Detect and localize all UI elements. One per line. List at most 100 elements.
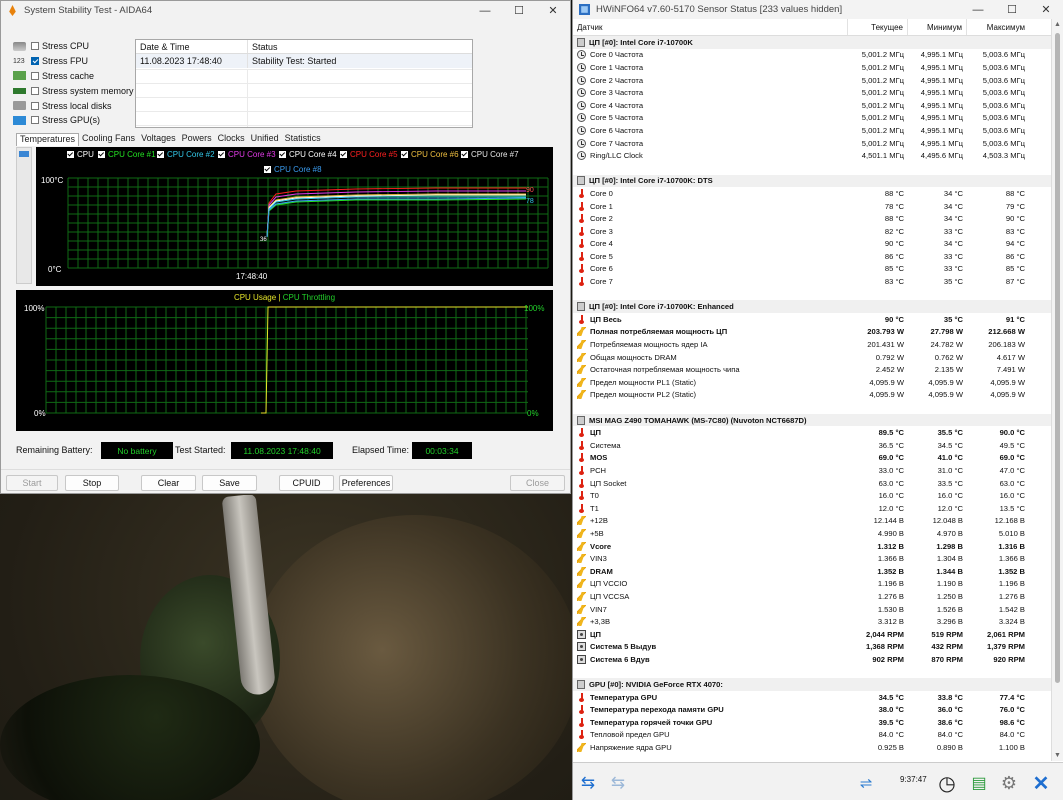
sensor-row[interactable]: ЦП 89.5 °C 35.5 °C 90.0 °C <box>573 426 1052 439</box>
stress-disks-option[interactable]: Stress local disks <box>13 98 134 113</box>
graph-scrollbar[interactable] <box>16 147 32 284</box>
sensor-row[interactable]: Общая мощность DRAM 0.792 W 0.762 W 4.617 W <box>573 351 1052 364</box>
sensor-row[interactable]: Core 5 86 °C 33 °C 86 °C <box>573 250 1052 263</box>
sensor-row[interactable]: Предел мощности PL2 (Static) 4,095.9 W 4,0… <box>573 389 1052 402</box>
save-button[interactable]: Save <box>202 475 257 491</box>
sensor-row[interactable]: VIN7 1.530 В 1.526 В 1.542 В <box>573 603 1052 616</box>
sensor-row[interactable]: Система 36.5 °C 34.5 °C 49.5 °C <box>573 439 1052 452</box>
minimize-icon[interactable]: — <box>468 5 502 17</box>
scroll-up-icon[interactable]: ▲ <box>1054 21 1061 28</box>
stress-gpu-option[interactable]: Stress GPU(s) <box>13 113 134 128</box>
sensor-group-header[interactable]: ЦП [#0]: Intel Core i7-10700K: Enhanced <box>573 300 1052 314</box>
sensor-group-header[interactable]: ЦП [#0]: Intel Core i7-10700K: DTS <box>573 174 1052 188</box>
sensor-row[interactable]: Core 7 Частота 5,001.2 МГц 4,995.1 МГц 5,00… <box>573 137 1052 150</box>
sensor-row[interactable]: Core 4 Частота 5,001.2 МГц 4,995.1 МГц 5,00… <box>573 99 1052 112</box>
column-maximum[interactable]: Максимум <box>967 19 1029 35</box>
sensor-group-header[interactable]: GPU [#0]: NVIDIA GeForce RTX 4070: <box>573 678 1052 691</box>
navigate-arrows-icon[interactable]: ⇆ <box>575 770 601 796</box>
sensor-row[interactable]: +12В 12.144 В 12.048 В 12.168 В <box>573 515 1052 528</box>
close-button[interactable]: Close <box>510 475 565 491</box>
stress-memory-option[interactable]: Stress system memory <box>13 83 134 98</box>
sensor-row[interactable]: Напряжение ядра GPU 0.925 В 0.890 В 1.100 В <box>573 741 1052 754</box>
sensor-row[interactable]: ЦП Socket 63.0 °C 33.5 °C 63.0 °C <box>573 477 1052 490</box>
log-column-datetime[interactable]: Date & Time <box>136 40 248 53</box>
stress-fpu-option[interactable]: 123 Stress FPU <box>13 54 134 69</box>
tab-temperatures[interactable]: Temperatures <box>16 133 80 146</box>
aida64-titlebar[interactable]: System Stability Test - AIDA64 — ☐ ✕ <box>1 1 570 20</box>
sensor-row[interactable]: Core 0 88 °C 34 °C 88 °C <box>573 187 1052 200</box>
preferences-button[interactable]: Preferences <box>339 475 393 491</box>
sensor-row[interactable]: Core 2 88 °C 34 °C 90 °C <box>573 212 1052 225</box>
sensor-row[interactable]: Система 5 Выдув 1,368 RPM 432 RPM 1,379 RPM <box>573 641 1052 654</box>
sensor-row[interactable]: Core 6 Частота 5,001.2 МГц 4,995.1 МГц 5,00… <box>573 124 1052 137</box>
sensor-row[interactable]: Core 2 Частота 5,001.2 МГц 4,995.1 МГц 5,00… <box>573 74 1052 87</box>
sensor-row[interactable]: Ring/LLC Clock 4,501.1 МГц 4,495.6 МГц 4,50… <box>573 149 1052 162</box>
stress-cache-checkbox[interactable] <box>31 71 39 80</box>
sensor-group-header[interactable]: ЦП [#0]: Intel Core i7-10700K <box>573 36 1052 49</box>
sensor-row[interactable]: Core 5 Частота 5,001.2 МГц 4,995.1 МГц 5,00… <box>573 112 1052 125</box>
sensor-group-header[interactable]: MSI MAG Z490 TOMAHAWK (MS-7C80) (Nuvoton… <box>573 413 1052 427</box>
sensor-row[interactable]: Полная потребляемая мощность ЦП 203.793 W… <box>573 326 1052 339</box>
sensor-row[interactable]: Core 3 82 °C 33 °C 83 °C <box>573 225 1052 238</box>
tab-statistics[interactable]: Statistics <box>282 133 324 146</box>
sensor-row[interactable]: ЦП 2,044 RPM 519 RPM 2,061 RPM <box>573 628 1052 641</box>
sensor-row[interactable]: Core 1 Частота 5,001.2 МГц 4,995.1 МГц 5,00… <box>573 61 1052 74</box>
log-column-status[interactable]: Status <box>248 42 472 52</box>
tab-clocks[interactable]: Clocks <box>215 133 248 146</box>
tab-voltages[interactable]: Voltages <box>138 133 179 146</box>
stress-fpu-checkbox[interactable] <box>31 57 39 66</box>
sensor-row[interactable]: +3,3В 3.312 В 3.296 В 3.324 В <box>573 615 1052 628</box>
sensor-row[interactable]: Core 3 Частота 5,001.2 МГц 4,995.1 МГц 5,00… <box>573 86 1052 99</box>
hwinfo-titlebar[interactable]: HWiNFO64 v7.60-5170 Sensor Status [233 v… <box>573 0 1063 19</box>
column-sensor[interactable]: Датчик <box>573 19 848 35</box>
sensor-row[interactable]: VIN3 1.366 В 1.304 В 1.366 В <box>573 552 1052 565</box>
sensor-row[interactable]: ЦП VCCIO 1.196 В 1.190 В 1.196 В <box>573 578 1052 591</box>
clock-icon[interactable]: ◷ <box>934 770 960 796</box>
maximize-icon[interactable]: ☐ <box>502 4 536 17</box>
sensor-row[interactable]: Core 1 78 °C 34 °C 79 °C <box>573 200 1052 213</box>
sensor-row[interactable]: ЦП VCCSA 1.276 В 1.250 В 1.276 В <box>573 590 1052 603</box>
settings-gear-icon[interactable]: ⚙ <box>996 770 1022 796</box>
stress-memory-checkbox[interactable] <box>31 86 39 95</box>
sensor-row[interactable]: Температура GPU 34.5 °C 33.8 °C 77.4 °C <box>573 691 1052 704</box>
start-button[interactable]: Start <box>6 475 58 491</box>
column-current[interactable]: Текущее <box>848 19 908 35</box>
network-icon[interactable]: ⇌ <box>853 770 879 796</box>
log-row[interactable]: 11.08.2023 17:48:40 Stability Test: Star… <box>136 54 472 68</box>
navigate-arrows-disabled-icon[interactable]: ⇆ <box>605 770 631 796</box>
sensor-row[interactable]: Система 6 Вдув 902 RPM 870 RPM 920 RPM <box>573 653 1052 666</box>
sensor-row[interactable]: Core 7 83 °C 35 °C 87 °C <box>573 275 1052 288</box>
sensor-row[interactable]: Температура перехода памяти GPU 38.0 °C 36… <box>573 703 1052 716</box>
sensor-scroll-thumb[interactable] <box>1055 33 1060 683</box>
sensor-row[interactable]: DRAM 1.352 В 1.344 В 1.352 В <box>573 565 1052 578</box>
report-add-icon[interactable]: ▤ <box>966 770 992 796</box>
sensor-row[interactable]: Core 6 85 °C 33 °C 85 °C <box>573 263 1052 276</box>
tab-powers[interactable]: Powers <box>179 133 215 146</box>
sensor-row[interactable]: ЦП Весь 90 °C 35 °C 91 °C <box>573 313 1052 326</box>
sensor-row[interactable]: Core 0 Частота 5,001.2 МГц 4,995.1 МГц 5,00… <box>573 49 1052 62</box>
stress-disks-checkbox[interactable] <box>31 101 39 110</box>
sensor-row[interactable]: T0 16.0 °C 16.0 °C 16.0 °C <box>573 489 1052 502</box>
sensor-row[interactable]: Предел мощности PL1 (Static) 4,095.9 W 4,0… <box>573 376 1052 389</box>
tab-cooling-fans[interactable]: Cooling Fans <box>79 133 138 146</box>
sensor-row[interactable]: Vcore 1.312 В 1.298 В 1.316 В <box>573 540 1052 553</box>
stress-cpu-checkbox[interactable] <box>31 42 39 51</box>
close-x-icon[interactable]: ✕ <box>1028 770 1054 796</box>
sensor-row[interactable]: Тепловой предел GPU 84.0 °C 84.0 °C 84.0 °C <box>573 729 1052 742</box>
cpuid-button[interactable]: CPUID <box>279 475 334 491</box>
sensor-row[interactable]: Температура горячей точки GPU 39.5 °C 38.6… <box>573 716 1052 729</box>
sensor-row[interactable]: T1 12.0 °C 12.0 °C 13.5 °C <box>573 502 1052 515</box>
maximize-icon[interactable]: ☐ <box>995 3 1029 16</box>
scroll-down-icon[interactable]: ▼ <box>1054 752 1061 759</box>
sensor-row[interactable]: MOS 69.0 °C 41.0 °C 69.0 °C <box>573 452 1052 465</box>
close-icon[interactable]: ✕ <box>1029 3 1063 16</box>
tab-unified[interactable]: Unified <box>248 133 282 146</box>
stress-cache-option[interactable]: Stress cache <box>13 69 134 84</box>
minimize-icon[interactable]: — <box>961 4 995 16</box>
column-minimum[interactable]: Минимум <box>908 19 967 35</box>
close-icon[interactable]: ✕ <box>536 4 570 17</box>
stress-cpu-option[interactable]: Stress CPU <box>13 39 134 54</box>
stress-gpu-checkbox[interactable] <box>31 116 39 125</box>
sensor-row[interactable]: Потребляемая мощность ядер IA 201.431 W 24… <box>573 338 1052 351</box>
sensor-row[interactable]: Core 4 90 °C 34 °C 94 °C <box>573 238 1052 251</box>
